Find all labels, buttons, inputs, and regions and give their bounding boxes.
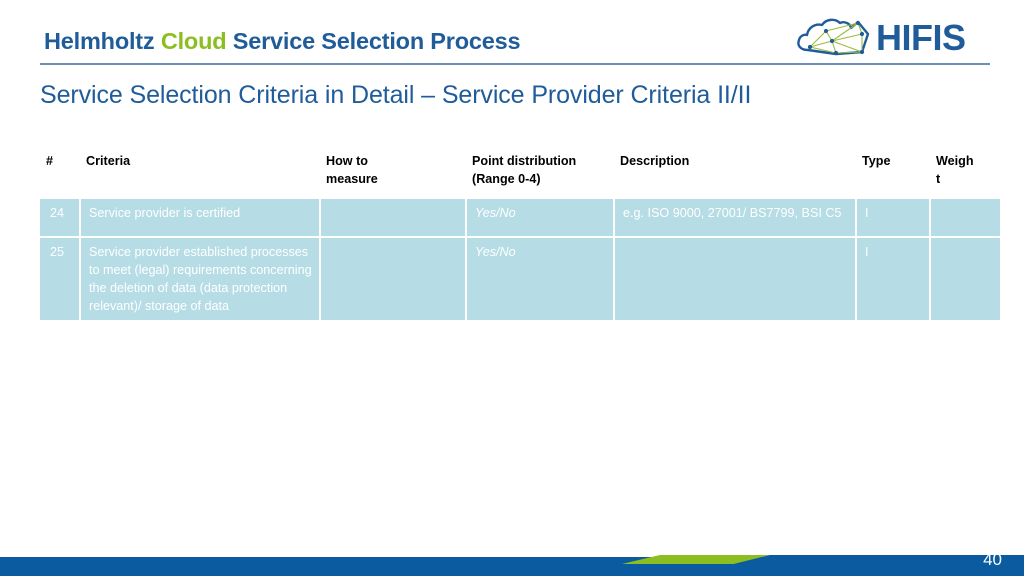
page-number: 40: [983, 550, 1002, 569]
title-part-rest: Service Selection Process: [232, 28, 521, 54]
cell-number: 24: [40, 198, 81, 238]
header-line-2: measure: [326, 172, 378, 187]
header-divider: [40, 63, 990, 65]
column-header-number: #: [40, 150, 80, 199]
header-line-1: How to: [326, 154, 368, 168]
cell-type: I: [856, 198, 931, 238]
table-row: 25 Service provider established processe…: [40, 236, 1000, 320]
column-header-weight: Weigh t: [930, 150, 1000, 199]
hifis-logo: HIFIS: [796, 14, 986, 60]
header-line-2: (Range 0-4): [472, 172, 541, 187]
cell-criteria: Service provider established processes t…: [80, 236, 321, 320]
cell-type: I: [856, 236, 931, 320]
column-header-point-distribution: Point distribution (Range 0-4): [466, 150, 614, 199]
cell-criteria: Service provider is certified: [80, 198, 321, 238]
cell-point-distribution: Yes/No: [466, 236, 615, 320]
table-header-row: # Criteria How to measure Point distribu…: [40, 150, 1000, 199]
hifis-cloud-network-logo: [797, 18, 870, 56]
table-row: 24 Service provider is certified Yes/No …: [40, 198, 1000, 238]
footer-accent-blue: [734, 555, 1024, 576]
column-header-type: Type: [856, 150, 930, 199]
cell-point-distribution: Yes/No: [466, 198, 615, 238]
cell-description: [614, 236, 857, 320]
header-line-2: t: [936, 172, 941, 187]
page-title: Helmholtz Cloud Service Selection Proces…: [44, 28, 521, 55]
slide-header: Helmholtz Cloud Service Selection Proces…: [0, 0, 1024, 70]
criteria-table: # Criteria How to measure Point distribu…: [40, 150, 1000, 320]
cell-how-to-measure: [320, 198, 467, 238]
column-header-criteria: Criteria: [80, 150, 320, 199]
cell-weight: [930, 236, 1000, 320]
column-header-how-to-measure: How to measure: [320, 150, 466, 199]
header-line-1: Point distribution: [472, 154, 577, 168]
header-line-1: Weigh: [936, 154, 974, 168]
column-header-description: Description: [614, 150, 856, 199]
hifis-wordmark: HIFIS: [876, 17, 966, 58]
title-part-helmholtz: Helmholtz: [44, 28, 155, 54]
cell-how-to-measure: [320, 236, 467, 320]
cell-description: e.g. ISO 9000, 27001/ BS7799, BSI C5: [614, 198, 857, 238]
slide-subtitle: Service Selection Criteria in Detail – S…: [40, 81, 752, 109]
cell-number: 25: [40, 236, 81, 320]
slide-footer: 40: [0, 536, 1024, 576]
cell-weight: [930, 198, 1000, 238]
title-part-cloud: Cloud: [160, 28, 227, 54]
